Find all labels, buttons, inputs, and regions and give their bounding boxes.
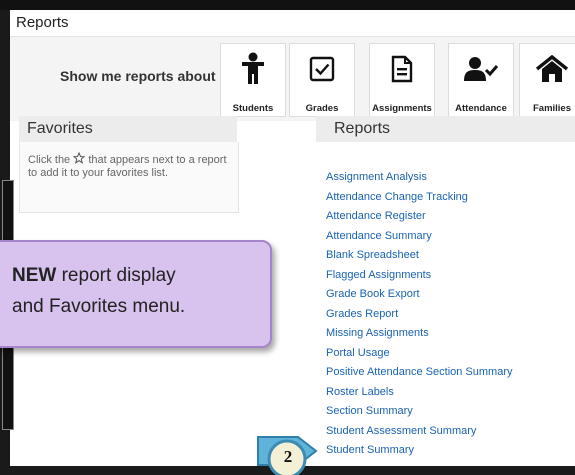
favorites-hint: Click the that appears next to a report … [28, 151, 238, 180]
report-link[interactable]: Portal Usage [326, 344, 512, 364]
report-link[interactable]: Grade Book Export [326, 285, 512, 305]
document-icon [370, 50, 434, 88]
callout-line2: and Favorites menu. [12, 296, 186, 317]
report-link[interactable]: Student Summary [326, 441, 512, 461]
category-students-button[interactable]: Students [220, 43, 286, 117]
category-label: Students [232, 103, 274, 114]
callout-new-label: NEW [12, 265, 57, 286]
user-check-icon [449, 50, 513, 88]
report-link[interactable]: Student Assessment Summary [326, 422, 512, 442]
favorites-hint-start: Click the [28, 154, 71, 166]
category-assignments-button[interactable]: Assignments [369, 43, 435, 117]
student-icon [221, 50, 285, 88]
favorites-title: Favorites [27, 120, 93, 137]
favorites-header: Favorites [19, 116, 237, 142]
category-label: Attendance [455, 103, 507, 114]
category-label: Assignments [372, 103, 432, 114]
category-grades-button[interactable]: Grades [289, 43, 355, 117]
report-link[interactable]: Blank Spreadsheet [326, 246, 512, 266]
report-link[interactable]: Roster Labels [326, 383, 512, 403]
report-list: Assignment Analysis Attendance Change Tra… [326, 168, 512, 461]
show-me-label: Show me reports about [60, 68, 216, 84]
report-category-toolbar: Show me reports about Students Grades As… [10, 37, 575, 121]
report-link[interactable]: Attendance Change Tracking [326, 188, 512, 208]
report-link[interactable]: Flagged Assignments [326, 266, 512, 286]
home-icon [520, 50, 575, 88]
report-link[interactable]: Section Summary [326, 402, 512, 422]
category-families-button[interactable]: Families [519, 43, 575, 117]
title-bar: Reports [10, 10, 575, 37]
callout-line1: report display [56, 265, 176, 286]
category-label: Grades [305, 103, 339, 114]
report-link[interactable]: Attendance Summary [326, 227, 512, 247]
checkbox-icon [290, 50, 354, 88]
new-feature-callout: NEW report display and Favorites menu. [0, 240, 272, 348]
window-frame [0, 0, 575, 10]
report-link[interactable]: Grades Report [326, 305, 512, 325]
window-title: Reports [16, 14, 69, 31]
callout-text: NEW report display and Favorites menu. [12, 260, 185, 322]
category-label: Families [532, 103, 572, 114]
report-link[interactable]: Positive Attendance Section Summary [326, 363, 512, 383]
star-icon [72, 151, 86, 166]
category-attendance-button[interactable]: Attendance [448, 43, 514, 117]
step-number: 2 [283, 447, 293, 466]
reports-title: Reports [334, 120, 391, 137]
favorites-panel: Click the that appears next to a report … [19, 142, 239, 213]
report-link[interactable]: Assignment Analysis [326, 168, 512, 188]
reports-header: Reports [316, 116, 575, 142]
report-link[interactable]: Missing Assignments [326, 324, 512, 344]
report-link[interactable]: Attendance Register [326, 207, 512, 227]
